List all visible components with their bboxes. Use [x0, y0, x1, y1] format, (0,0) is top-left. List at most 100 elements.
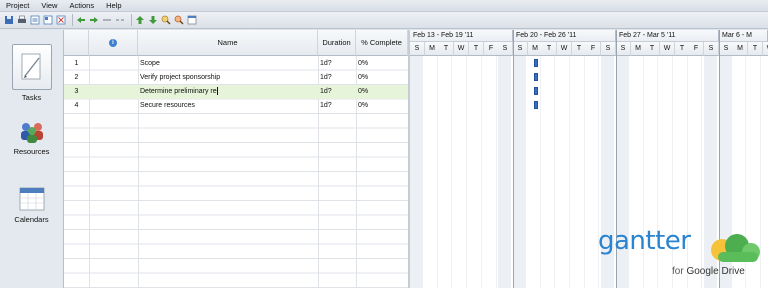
day-header: M — [631, 42, 646, 56]
menu-bar: Project View Actions Help — [0, 0, 768, 12]
task-duration[interactable]: 1d? — [320, 85, 354, 99]
delete-icon[interactable] — [56, 15, 66, 25]
task-grid: i Name Duration % Complete 1 Scope 1d? 0… — [64, 30, 410, 288]
text-cursor — [216, 87, 218, 96]
sidebar-item-calendars[interactable]: Calendars — [0, 186, 63, 224]
task-name[interactable]: Verify project sponsorship — [140, 71, 316, 85]
import-icon[interactable] — [43, 15, 53, 25]
table-row[interactable]: 4 Secure resources 1d? 0% — [64, 99, 408, 113]
day-header: W — [454, 42, 469, 56]
move-up-icon[interactable] — [135, 15, 145, 25]
day-header: W — [660, 42, 675, 56]
info-header[interactable]: i — [89, 30, 138, 56]
task-duration[interactable]: 1d? — [320, 57, 354, 71]
export-icon[interactable] — [30, 15, 40, 25]
day-header: S — [498, 42, 513, 56]
week-header: Feb 20 - Feb 26 '11 — [513, 30, 616, 42]
day-header: S — [601, 42, 616, 56]
print-icon[interactable] — [17, 15, 27, 25]
unlink-icon[interactable] — [115, 15, 125, 25]
day-column — [439, 56, 452, 288]
zoom-out-icon[interactable] — [174, 15, 184, 25]
toolbar-separator — [131, 14, 132, 26]
day-column — [557, 56, 570, 288]
day-header: T — [469, 42, 484, 56]
name-column-header[interactable]: Name — [138, 30, 318, 56]
calendar-icon[interactable] — [187, 15, 197, 25]
row-number: 3 — [74, 88, 79, 95]
day-header: M — [528, 42, 543, 56]
day-header: M — [425, 42, 440, 56]
info-icon: i — [109, 38, 117, 47]
row-number: 4 — [74, 102, 79, 109]
tasks-icon — [11, 44, 52, 90]
duration-column-header[interactable]: Duration — [318, 30, 356, 56]
week-divider — [513, 30, 514, 288]
logo-wordmark: gantter — [598, 226, 691, 256]
logo-subtitle: for Google Drive — [672, 266, 745, 277]
day-header: S — [704, 42, 719, 56]
outdent-icon[interactable] — [76, 15, 86, 25]
day-column — [513, 56, 526, 288]
day-column — [498, 56, 511, 288]
menu-help[interactable]: Help — [100, 0, 127, 11]
indent-icon[interactable] — [89, 15, 99, 25]
day-header: F — [586, 42, 601, 56]
task-bar[interactable] — [534, 101, 538, 109]
sidebar-item-label: Calendars — [14, 215, 49, 224]
zoom-in-icon[interactable] — [161, 15, 171, 25]
sidebar: Tasks Resources Calendars — [0, 30, 64, 288]
row-number: 2 — [74, 74, 79, 81]
task-bar[interactable] — [534, 59, 538, 67]
row-number: 1 — [74, 60, 79, 67]
sidebar-item-tasks[interactable]: Tasks — [0, 44, 63, 102]
day-header: F — [484, 42, 499, 56]
week-header: Feb 27 - Mar 5 '11 — [616, 30, 719, 42]
day-header: T — [572, 42, 587, 56]
table-row[interactable]: 1 Scope 1d? 0% — [64, 57, 408, 71]
day-header: T — [645, 42, 660, 56]
menu-project[interactable]: Project — [0, 0, 35, 11]
day-header: S — [719, 42, 734, 56]
day-column — [484, 56, 497, 288]
task-name[interactable]: Secure resources — [140, 99, 316, 113]
day-header: F — [689, 42, 704, 56]
day-header: W — [763, 42, 768, 56]
resources-icon — [20, 123, 43, 143]
toolbar-separator — [72, 14, 73, 26]
menu-actions[interactable]: Actions — [63, 0, 100, 11]
day-header: M — [733, 42, 748, 56]
task-duration[interactable]: 1d? — [320, 71, 354, 85]
sidebar-item-resources[interactable]: Resources — [0, 120, 63, 156]
sidebar-item-label: Tasks — [21, 93, 42, 102]
table-row-selected[interactable]: 3 Determine preliminary re 1d? 0% — [64, 85, 408, 99]
day-header: T — [675, 42, 690, 56]
task-duration[interactable]: 1d? — [320, 99, 354, 113]
calendars-icon — [19, 187, 44, 211]
task-bar[interactable] — [534, 73, 538, 81]
day-header: T — [748, 42, 763, 56]
toolbar — [0, 12, 768, 29]
task-complete[interactable]: 0% — [358, 99, 406, 113]
day-column — [469, 56, 482, 288]
task-name-editor[interactable]: Determine preliminary re — [140, 85, 316, 99]
task-name: Determine preliminary re — [140, 88, 217, 95]
complete-column-header[interactable]: % Complete — [356, 30, 408, 56]
week-header: Mar 6 - M — [719, 30, 768, 42]
day-header: T — [542, 42, 557, 56]
move-down-icon[interactable] — [148, 15, 158, 25]
task-bar[interactable] — [534, 87, 538, 95]
task-name[interactable]: Scope — [140, 57, 316, 71]
gantter-logo: gantter for Google Drive — [598, 226, 766, 286]
day-header: S — [616, 42, 631, 56]
task-complete[interactable]: 0% — [358, 57, 406, 71]
task-complete[interactable]: 0% — [358, 71, 406, 85]
save-icon[interactable] — [4, 15, 14, 25]
day-column — [572, 56, 585, 288]
link-icon[interactable] — [102, 15, 112, 25]
menu-view[interactable]: View — [35, 0, 63, 11]
table-row[interactable]: 2 Verify project sponsorship 1d? 0% — [64, 71, 408, 85]
task-complete[interactable]: 0% — [358, 85, 406, 99]
day-header: T — [439, 42, 454, 56]
day-header: W — [557, 42, 572, 56]
